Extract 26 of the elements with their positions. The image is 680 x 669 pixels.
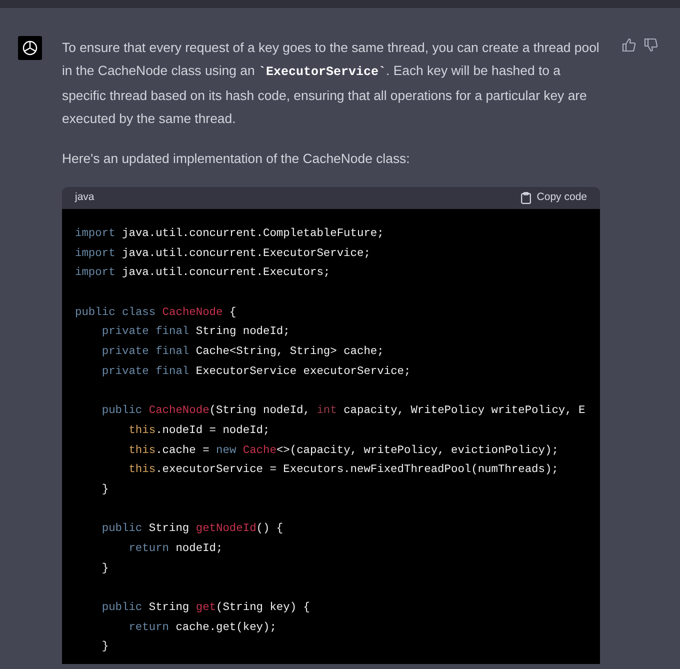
code-line: import java.util.concurrent.ExecutorService; bbox=[75, 246, 372, 262]
code-line: public String getNodeId() { bbox=[100, 522, 284, 538]
code-line: public class CacheNode { bbox=[75, 306, 238, 321]
code-line: } bbox=[100, 562, 110, 577]
code-line: } bbox=[100, 640, 110, 656]
thumbs-up-icon[interactable] bbox=[622, 38, 636, 52]
assistant-avatar-icon bbox=[18, 36, 42, 60]
code-line: return nodeId; bbox=[128, 542, 224, 557]
code-line: public String get(String key) { bbox=[100, 600, 311, 616]
code-line: public CacheNode(String nodeId, int capacity, WritePolicy writePolicy, E bbox=[100, 404, 586, 420]
code-line: return cache.get(key); bbox=[128, 620, 278, 636]
code-line: import java.util.concurrent.Executors; bbox=[75, 266, 332, 282]
code-language-label: java bbox=[75, 190, 94, 206]
code-line: private final ExecutorService executorService; bbox=[100, 364, 412, 380]
code-line: } bbox=[100, 482, 110, 498]
code-line: private final String nodeId; bbox=[100, 324, 291, 340]
code-line: this.executorService = Executors.newFixedThreadPool(numThreads); bbox=[128, 462, 560, 478]
code-line: this.cache = new Cache<>(capacity, writePolicy, evictionPolicy); bbox=[128, 444, 560, 459]
clipboard-icon bbox=[520, 192, 531, 204]
code-line: import java.util.concurrent.CompletableFuture; bbox=[75, 226, 385, 242]
code-line: private final Cache<String, String> cache; bbox=[100, 344, 385, 360]
message-paragraph: Here's an updated implementation of the CacheNode class: bbox=[62, 150, 411, 168]
thumbs-down-icon[interactable] bbox=[644, 38, 658, 52]
message-paragraph: To ensure that every request of a key goes to the same thread, you can create a thread pool in the CacheNode class using an `ExecutorService`. Each key will be hashed to a specific thread based on its hash code, ensuring that all operations for a particular key are executed by the same thread. bbox=[62, 39, 600, 128]
code-line: this.nodeId = nodeId; bbox=[128, 424, 271, 439]
copy-code-button[interactable]: Copy code bbox=[520, 190, 587, 206]
